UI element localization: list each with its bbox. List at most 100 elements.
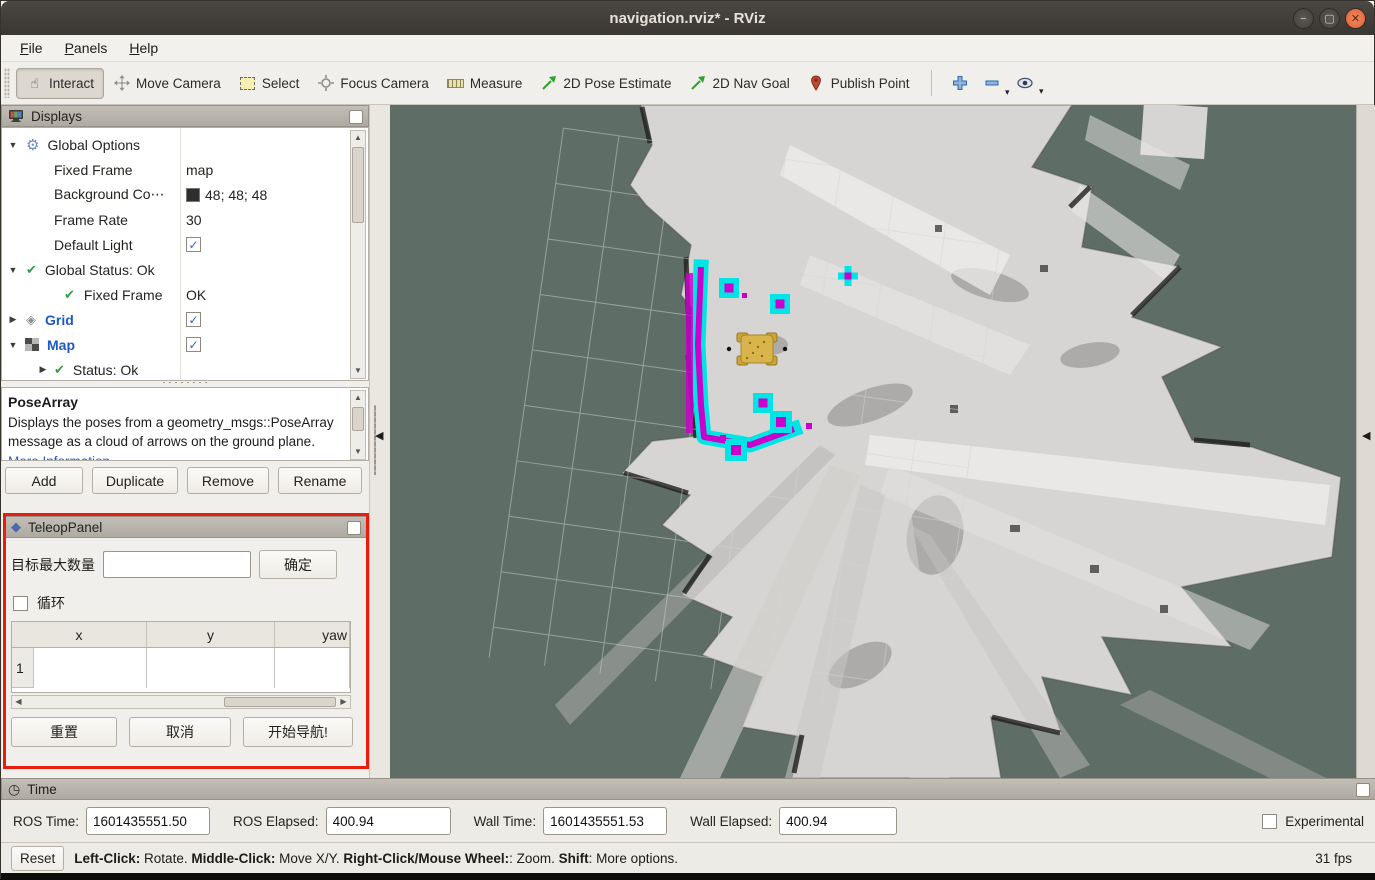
maximize-button[interactable]: ▢ [1319, 8, 1340, 29]
cell-x[interactable] [34, 648, 147, 688]
tool-measure[interactable]: Measure [438, 69, 532, 98]
scroll-left-icon[interactable]: ◀ [12, 696, 25, 708]
monitor-icon [8, 109, 24, 123]
scrollbar-thumb[interactable] [352, 407, 364, 431]
displays-tree[interactable]: ▼ ⚙ Global Options Fixed Frame map Backg… [1, 127, 369, 381]
tree-row-background-color[interactable]: Background Co⋯ 48; 48; 48 [2, 182, 347, 207]
panel-float-button[interactable] [347, 521, 361, 535]
toolbar-drag-handle[interactable] [4, 68, 10, 98]
checkbox-checked[interactable]: ✓ [186, 337, 201, 352]
scroll-up-icon[interactable]: ▲ [351, 391, 365, 405]
wall-elapsed-input[interactable] [779, 807, 897, 835]
tool-move-camera[interactable]: Move Camera [104, 69, 230, 98]
panel-float-button[interactable] [349, 110, 363, 124]
tool-interact[interactable]: ☝ Interact [16, 68, 104, 99]
ros-time-input[interactable] [86, 807, 210, 835]
expander-icon[interactable]: ▶ [38, 364, 48, 375]
scroll-right-icon[interactable]: ▶ [337, 696, 350, 708]
rename-button[interactable]: Rename [278, 467, 362, 494]
cancel-button[interactable]: 取消 [129, 717, 231, 747]
checkbox-checked[interactable]: ✓ [186, 237, 201, 252]
scrollbar-thumb[interactable] [352, 147, 364, 223]
menu-file[interactable]: File [11, 37, 52, 59]
start-navigation-button[interactable]: 开始导航! [243, 717, 353, 747]
waypoint-table[interactable]: x y yaw 1 [11, 621, 351, 693]
tree-row-global-status[interactable]: ▼ ✔ Global Status: Ok [2, 257, 347, 282]
cell-yaw[interactable] [275, 648, 350, 688]
checkbox-checked[interactable]: ✓ [186, 312, 201, 327]
scroll-down-icon[interactable]: ▼ [351, 445, 365, 459]
zoom-out-button[interactable]: ▾ [976, 71, 1008, 95]
expander-icon[interactable]: ▼ [8, 265, 18, 275]
scrollbar-thumb[interactable] [224, 697, 336, 707]
tool-2d-pose-estimate[interactable]: 2D Pose Estimate [531, 69, 680, 98]
color-swatch[interactable] [186, 188, 200, 202]
tree-row-frame-rate[interactable]: Frame Rate 30 [2, 207, 347, 232]
displays-panel-header[interactable]: Displays [1, 105, 369, 127]
tree-value[interactable]: map [186, 162, 213, 178]
remove-button[interactable]: Remove [187, 467, 269, 494]
experimental-checkbox[interactable] [1262, 814, 1277, 829]
row-number[interactable]: 1 [12, 648, 34, 688]
max-goals-input[interactable] [103, 551, 251, 578]
scroll-down-icon[interactable]: ▼ [351, 364, 365, 378]
close-button[interactable]: ✕ [1345, 8, 1366, 29]
scroll-up-icon[interactable]: ▲ [351, 131, 365, 145]
panel-splitter-handle[interactable] [161, 381, 209, 385]
right-panel-collapsed[interactable]: ◀ [1356, 105, 1375, 778]
menu-panels[interactable]: Panels [56, 37, 117, 59]
tree-row-global-options[interactable]: ▼ ⚙ Global Options [2, 132, 347, 157]
column-header-yaw[interactable]: yaw [275, 622, 350, 647]
duplicate-button[interactable]: Duplicate [92, 467, 178, 494]
tool-label: Interact [49, 76, 94, 91]
table-header-row: x y yaw [12, 622, 350, 648]
time-panel-header[interactable]: ◷ Time [1, 778, 1375, 800]
chevron-down-icon[interactable]: ▾ [1039, 86, 1044, 97]
rviz-window: navigation.rviz* - RViz − ▢ ✕ File Panel… [0, 0, 1375, 879]
tree-row-fixed-frame[interactable]: Fixed Frame map [2, 157, 347, 182]
cell-y[interactable] [147, 648, 275, 688]
teleop-panel-header[interactable]: ◆ TeleopPanel [4, 516, 367, 538]
tool-2d-nav-goal[interactable]: 2D Nav Goal [680, 69, 798, 98]
zoom-in-button[interactable] [944, 71, 976, 95]
expander-icon[interactable]: ▶ [8, 314, 18, 325]
panel-view-splitter[interactable]: ◀ [369, 105, 390, 778]
tree-row-map-status[interactable]: ▶ ✔ Status: Ok [2, 357, 347, 381]
tree-value[interactable]: 30 [186, 212, 202, 228]
reset-button[interactable]: Reset [11, 846, 64, 871]
column-header-x[interactable]: x [12, 622, 147, 647]
panel-float-button[interactable] [1356, 783, 1370, 797]
title-bar[interactable]: navigation.rviz* - RViz − ▢ ✕ [1, 1, 1374, 35]
collapse-left-icon[interactable]: ◀ [1362, 429, 1370, 442]
3d-view[interactable] [390, 105, 1356, 778]
view-visibility-button[interactable]: ▾ [1008, 72, 1042, 94]
wall-time-input[interactable] [543, 807, 667, 835]
ros-elapsed-input[interactable] [326, 807, 451, 835]
column-header-y[interactable]: y [147, 622, 275, 647]
tree-row-fixed-frame-status[interactable]: ✔ Fixed Frame OK [2, 282, 347, 307]
add-button[interactable]: Add [5, 467, 83, 494]
expander-icon[interactable]: ▼ [8, 140, 18, 150]
status-ok-check-icon: ✔ [64, 287, 75, 303]
expander-icon[interactable]: ▼ [8, 340, 18, 350]
tool-focus-camera[interactable]: Focus Camera [308, 69, 438, 98]
loop-checkbox[interactable] [13, 596, 28, 611]
tree-value[interactable]: 48; 48; 48 [186, 187, 267, 203]
reset-goals-button[interactable]: 重置 [11, 717, 117, 747]
table-row: 1 [12, 648, 350, 688]
tool-select[interactable]: Select [230, 69, 309, 98]
tree-row-default-light[interactable]: Default Light ✓ [2, 232, 347, 257]
minimize-button[interactable]: − [1293, 8, 1314, 29]
tree-row-grid[interactable]: ▶ ◈ Grid ✓ [2, 307, 347, 332]
collapse-left-icon[interactable]: ◀ [375, 429, 383, 442]
description-link[interactable]: More Information. [8, 454, 114, 461]
menu-help[interactable]: Help [120, 37, 167, 59]
tree-row-map[interactable]: ▼ Map ✓ [2, 332, 347, 357]
table-hscrollbar[interactable]: ◀ ▶ [11, 695, 351, 709]
description-scrollbar[interactable]: ▲ ▼ [350, 390, 366, 460]
tree-scrollbar[interactable]: ▲ ▼ [350, 130, 366, 379]
confirm-button[interactable]: 确定 [259, 550, 337, 579]
focus-crosshair-icon [317, 75, 334, 92]
tool-publish-point[interactable]: Publish Point [799, 69, 919, 98]
ros-time-field: ROS Time: [13, 807, 210, 835]
